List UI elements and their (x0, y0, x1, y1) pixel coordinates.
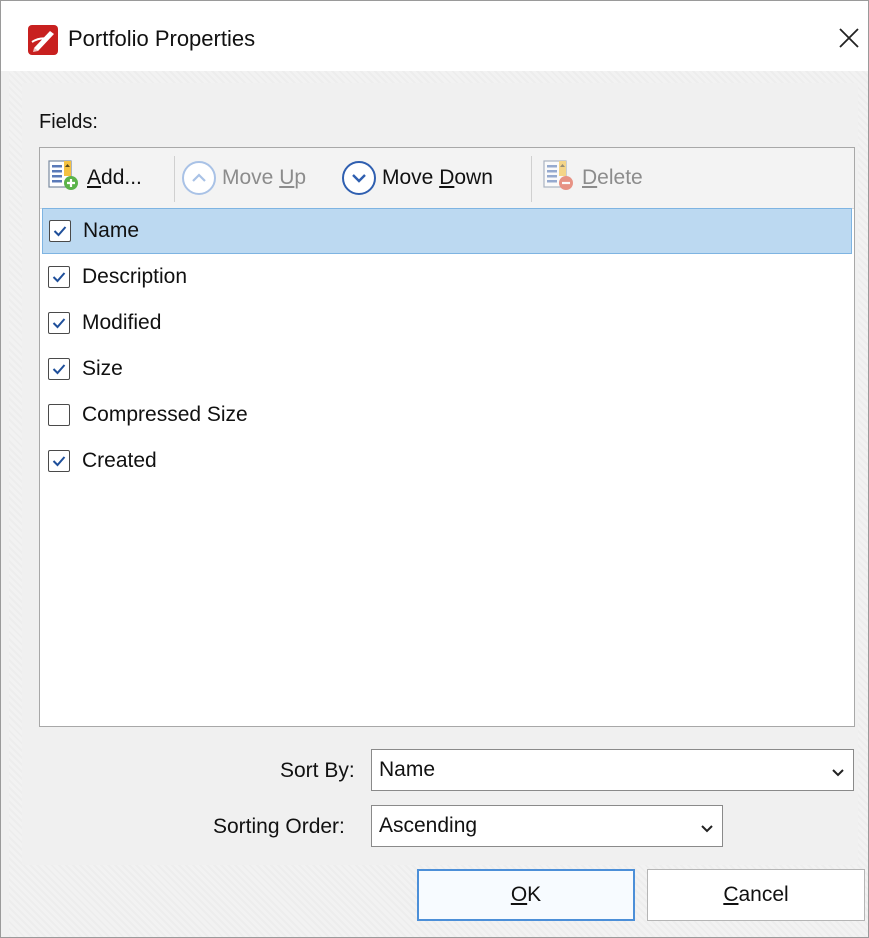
move-down-label-after: own (454, 166, 493, 189)
field-row-compressed-size[interactable]: Compressed Size (40, 392, 854, 438)
move-up-button[interactable]: Move Up (182, 158, 306, 198)
cancel-button[interactable]: Cancel (647, 869, 865, 921)
close-icon[interactable] (831, 19, 867, 57)
fields-toolbar: Add... Move Up Move Down D elete (40, 148, 854, 209)
cancel-label: ancel (738, 883, 789, 906)
checkmark-icon (53, 226, 67, 237)
app-logo-icon (28, 25, 58, 55)
sort-by-label: Sort By: (280, 759, 355, 782)
ok-label-mnemonic: O (510, 883, 528, 906)
fields-list: Name Description Modified Size Compresse… (40, 208, 854, 484)
sorting-order-label: Sorting Order: (213, 815, 345, 838)
checkbox-compressed-size[interactable] (48, 404, 70, 426)
portfolio-properties-dialog: Portfolio Properties Fields: A dd... Mov… (0, 0, 869, 938)
window-title: Portfolio Properties (68, 26, 256, 51)
add-field-icon (47, 158, 81, 198)
delete-button[interactable]: Delete (542, 158, 643, 198)
chevron-down-icon (831, 762, 845, 786)
checkbox-created[interactable] (48, 450, 70, 472)
cancel-label-mnemonic: C (723, 883, 739, 906)
field-label: Created (82, 449, 157, 472)
field-label: Modified (82, 311, 162, 334)
fields-label: Fields: (39, 111, 98, 133)
move-up-label-before: Move (222, 166, 280, 189)
checkbox-name[interactable] (49, 220, 71, 242)
field-row-description[interactable]: Description (40, 254, 854, 300)
checkmark-icon (52, 318, 66, 329)
add-button[interactable]: Add... (47, 158, 142, 198)
ok-label: K (527, 883, 542, 906)
title-bar: Portfolio Properties (1, 1, 868, 71)
delete-label-mnemonic: D (582, 166, 598, 189)
checkbox-modified[interactable] (48, 312, 70, 334)
chevron-down-icon (342, 161, 376, 195)
dialog-body: Fields: A dd... Move U p Move D own D el… (9, 71, 868, 937)
chevron-up-icon (182, 161, 216, 195)
delete-field-icon (542, 158, 576, 198)
field-label: Description (82, 265, 188, 288)
sorting-order-value: Ascending (379, 814, 478, 837)
sort-by-value: Name (379, 758, 436, 781)
fields-listbox[interactable]: Add... Move Up Move Down D elete Name De… (39, 147, 855, 727)
move-up-label-mnemonic: U (279, 166, 295, 189)
sort-by-select[interactable]: Name (371, 749, 854, 791)
field-row-created[interactable]: Created (40, 438, 854, 484)
ok-button[interactable]: OK (417, 869, 635, 921)
checkmark-icon (52, 456, 66, 467)
field-row-modified[interactable]: Modified (40, 300, 854, 346)
checkbox-size[interactable] (48, 358, 70, 380)
move-down-label-before: Move (382, 166, 440, 189)
toolbar-separator (531, 156, 532, 202)
field-row-size[interactable]: Size (40, 346, 854, 392)
field-label: Size (82, 357, 123, 380)
sorting-order-select[interactable]: Ascending (371, 805, 723, 847)
field-row-name[interactable]: Name (42, 208, 852, 254)
checkmark-icon (52, 364, 66, 375)
move-down-label-mnemonic: D (439, 166, 455, 189)
chevron-down-icon (700, 818, 714, 842)
delete-label: elete (597, 166, 643, 189)
move-down-button[interactable]: Move Down (342, 158, 493, 198)
toolbar-separator (174, 156, 175, 202)
checkmark-icon (52, 272, 66, 283)
add-label: dd... (101, 166, 142, 189)
field-label: Name (83, 219, 140, 242)
move-up-label-after: p (294, 166, 307, 189)
checkbox-description[interactable] (48, 266, 70, 288)
field-label: Compressed Size (82, 403, 248, 426)
fields-panel: Fields: A dd... Move U p Move D own D el… (22, 83, 858, 865)
add-label-mnemonic: A (87, 166, 102, 189)
